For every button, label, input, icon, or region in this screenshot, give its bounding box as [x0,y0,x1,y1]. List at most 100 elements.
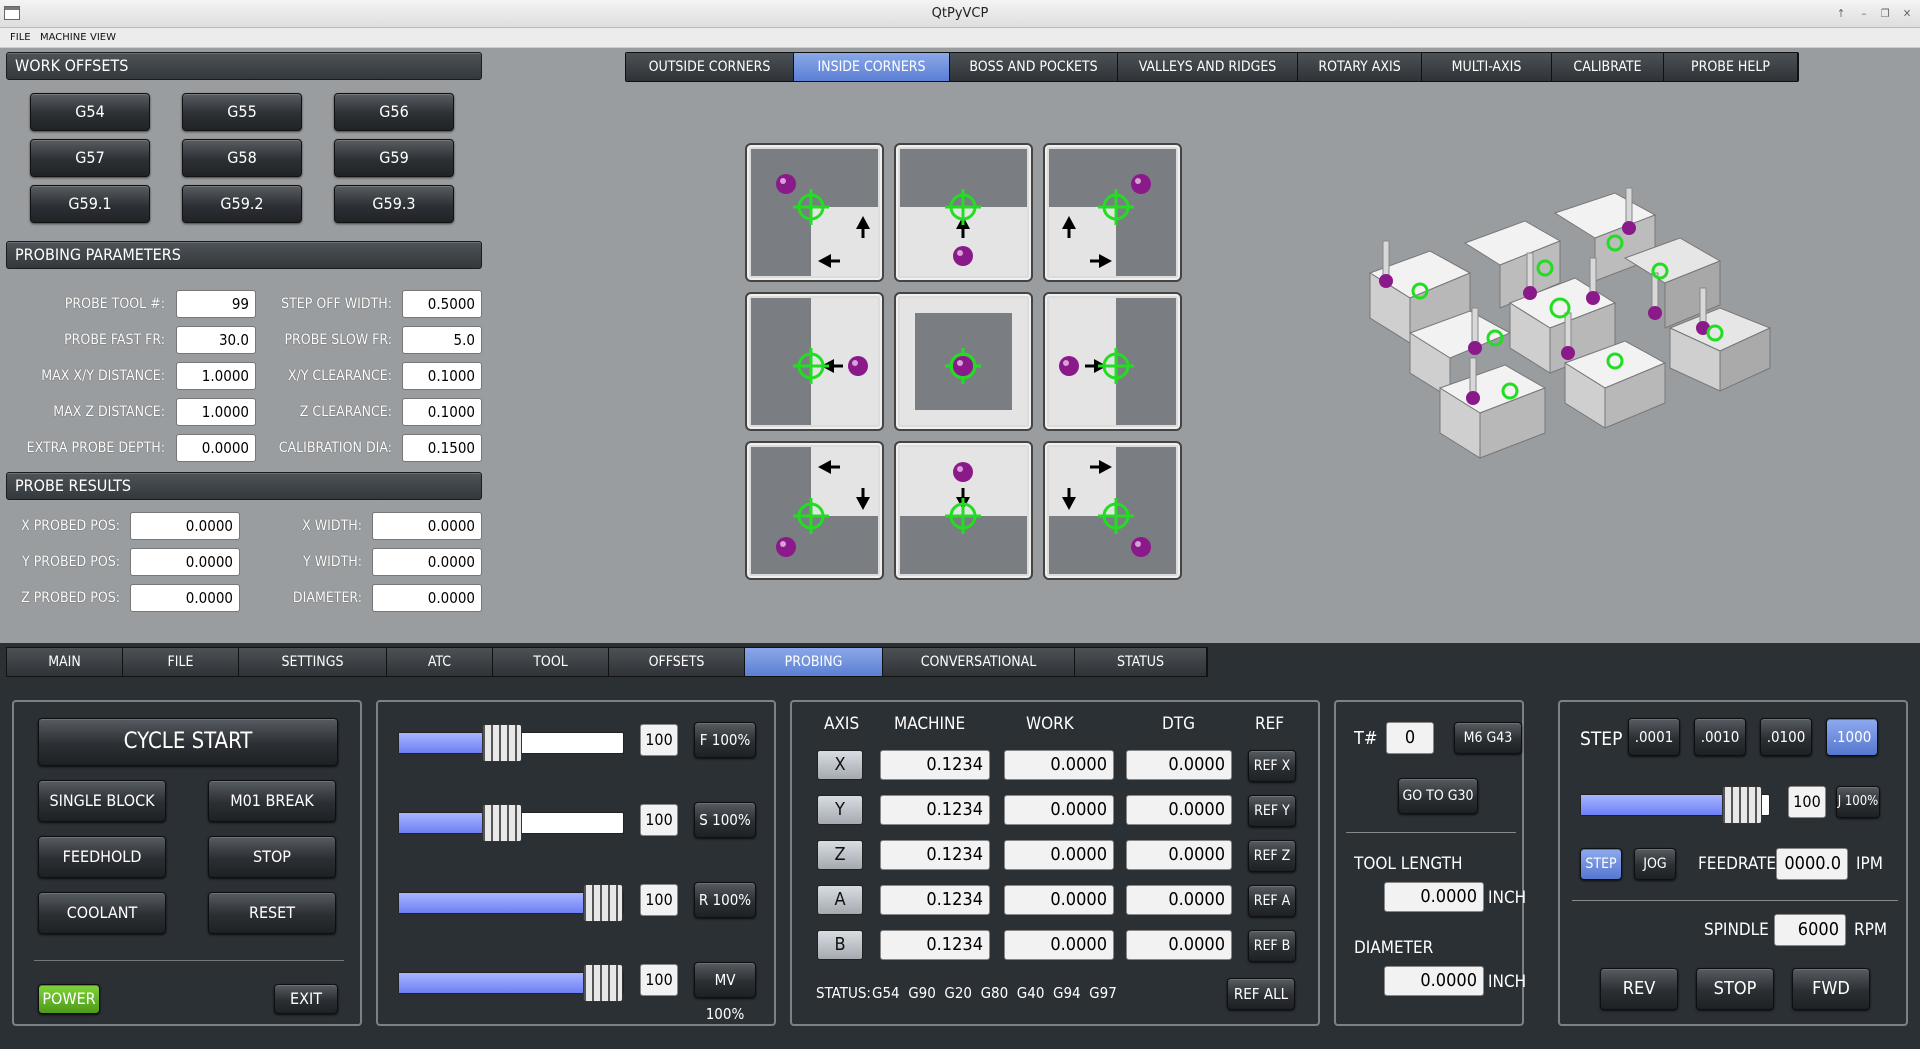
override-slider[interactable] [398,804,624,842]
jog-100-button[interactable]: J 100% [1836,786,1880,818]
axis-x-button[interactable]: X [817,750,863,780]
probe-inside-corner-button[interactable] [894,441,1033,580]
main-tab-status[interactable]: STATUS [1075,648,1207,676]
axis-z-button[interactable]: Z [817,840,863,870]
override-reset-button[interactable]: F 100% [694,722,756,758]
probe-param-input[interactable]: 30.0 [176,326,256,354]
probe-inside-corner-button[interactable] [1043,441,1182,580]
override-slider-handle[interactable] [583,884,623,922]
main-tab-settings[interactable]: SETTINGS [239,648,387,676]
window-up-icon[interactable]: ↑ [1832,5,1850,23]
g59-button[interactable]: G59 [334,139,454,177]
probe-param-input-2[interactable]: 0.5000 [402,290,482,318]
g58-button[interactable]: G58 [182,139,302,177]
spindle-fwd-button[interactable]: FWD [1792,968,1870,1010]
probe-inside-corner-button[interactable] [894,143,1033,282]
spindle-speed-field[interactable]: 6000 [1774,914,1846,946]
feedhold-button[interactable]: FEEDHOLD [38,836,166,878]
probe-tab-boss-and-pockets[interactable]: BOSS AND POCKETS [950,53,1118,81]
main-tab-conversational[interactable]: CONVERSATIONAL [883,648,1075,676]
probe-tab-outside-corners[interactable]: OUTSIDE CORNERS [626,53,794,81]
override-value-field[interactable]: 100 [640,884,678,916]
exit-button[interactable]: EXIT [274,984,338,1014]
spindle-stop-button[interactable]: STOP [1696,968,1774,1010]
probe-inside-corner-button[interactable] [1043,143,1182,282]
probe-param-input-2[interactable]: 0.1500 [402,434,482,462]
close-icon[interactable]: ✕ [1898,5,1916,23]
probe-inside-corner-button[interactable] [1043,292,1182,431]
probe-param-input-2[interactable]: 5.0 [402,326,482,354]
single-block-button[interactable]: SINGLE BLOCK [38,780,166,822]
probe-param-input-2[interactable]: 0.1000 [402,398,482,426]
maximize-icon[interactable]: ❐ [1876,5,1894,23]
coolant-button[interactable]: COOLANT [38,892,166,934]
power-button[interactable]: POWER [38,984,100,1014]
step-0001-button[interactable]: .0001 [1628,718,1680,756]
menu-machine[interactable]: MACHINE [40,32,87,43]
spindle-rev-button[interactable]: REV [1600,968,1678,1010]
override-slider-handle[interactable] [481,804,522,842]
probe-inside-corner-button[interactable] [745,143,884,282]
probe-inside-corner-button[interactable] [745,441,884,580]
menu-view[interactable]: VIEW [90,32,116,43]
stop-button[interactable]: STOP [208,836,336,878]
main-tab-tool[interactable]: TOOL [493,648,609,676]
main-tab-offsets[interactable]: OFFSETS [609,648,745,676]
main-tab-atc[interactable]: ATC [387,648,493,676]
g59-1-button[interactable]: G59.1 [30,185,150,223]
menu-file[interactable]: FILE [10,32,31,43]
feedrate-field[interactable]: 0000.0 [1776,848,1848,880]
override-reset-button[interactable]: MV 100% [694,962,756,1023]
jog-speed-value[interactable]: 100 [1788,786,1826,818]
mode-step-button[interactable]: STEP [1580,848,1622,880]
main-tab-file[interactable]: FILE [123,648,239,676]
override-value-field[interactable]: 100 [640,964,678,996]
jog-speed-slider[interactable] [1580,786,1770,824]
probe-tab-inside-corners[interactable]: INSIDE CORNERS [794,53,950,81]
go-to-g30-button[interactable]: GO TO G30 [1398,778,1478,814]
ref-x-button[interactable]: REF X [1248,750,1296,782]
probe-tab-valleys-and-ridges[interactable]: VALLEYS AND RIDGES [1118,53,1298,81]
reset-button[interactable]: RESET [208,892,336,934]
axis-a-button[interactable]: A [817,885,863,915]
minimize-icon[interactable]: – [1855,5,1873,23]
diameter-field[interactable]: 0.0000 [1384,966,1484,996]
probe-param-input[interactable]: 0.0000 [176,434,256,462]
axis-y-button[interactable]: Y [817,795,863,825]
m6-g43-button[interactable]: M6 G43 [1454,722,1522,754]
override-slider[interactable] [398,724,624,762]
probe-inside-corner-button[interactable] [894,292,1033,431]
ref-b-button[interactable]: REF B [1248,930,1296,962]
probe-inside-corner-button[interactable] [745,292,884,431]
override-slider[interactable] [398,884,624,922]
main-tab-main[interactable]: MAIN [7,648,123,676]
g55-button[interactable]: G55 [182,93,302,131]
probe-tab-rotary-axis[interactable]: ROTARY AXIS [1298,53,1422,81]
probe-param-input[interactable]: 99 [176,290,256,318]
override-slider-handle[interactable] [481,724,522,762]
g59-2-button[interactable]: G59.2 [182,185,302,223]
override-slider-handle[interactable] [583,964,623,1002]
cycle-start-button[interactable]: CYCLE START [38,718,338,766]
main-tab-probing[interactable]: PROBING [745,648,883,676]
ref-a-button[interactable]: REF A [1248,885,1296,917]
override-reset-button[interactable]: R 100% [694,882,756,918]
override-reset-button[interactable]: S 100% [694,802,756,838]
probe-param-input[interactable]: 1.0000 [176,362,256,390]
probe-tab-multi-axis[interactable]: MULTI-AXIS [1422,53,1552,81]
g57-button[interactable]: G57 [30,139,150,177]
probe-tab-calibrate[interactable]: CALIBRATE [1552,53,1664,81]
override-value-field[interactable]: 100 [640,804,678,836]
g59-3-button[interactable]: G59.3 [334,185,454,223]
axis-b-button[interactable]: B [817,930,863,960]
tool-length-field[interactable]: 0.0000 [1384,882,1484,912]
step-1000-button[interactable]: .1000 [1826,718,1878,756]
ref-all-button[interactable]: REF ALL [1227,978,1295,1010]
jog-slider-handle[interactable] [1721,786,1762,824]
override-value-field[interactable]: 100 [640,724,678,756]
probe-param-input-2[interactable]: 0.1000 [402,362,482,390]
override-slider[interactable] [398,964,624,1002]
probe-param-input[interactable]: 1.0000 [176,398,256,426]
g56-button[interactable]: G56 [334,93,454,131]
ref-y-button[interactable]: REF Y [1248,795,1296,827]
